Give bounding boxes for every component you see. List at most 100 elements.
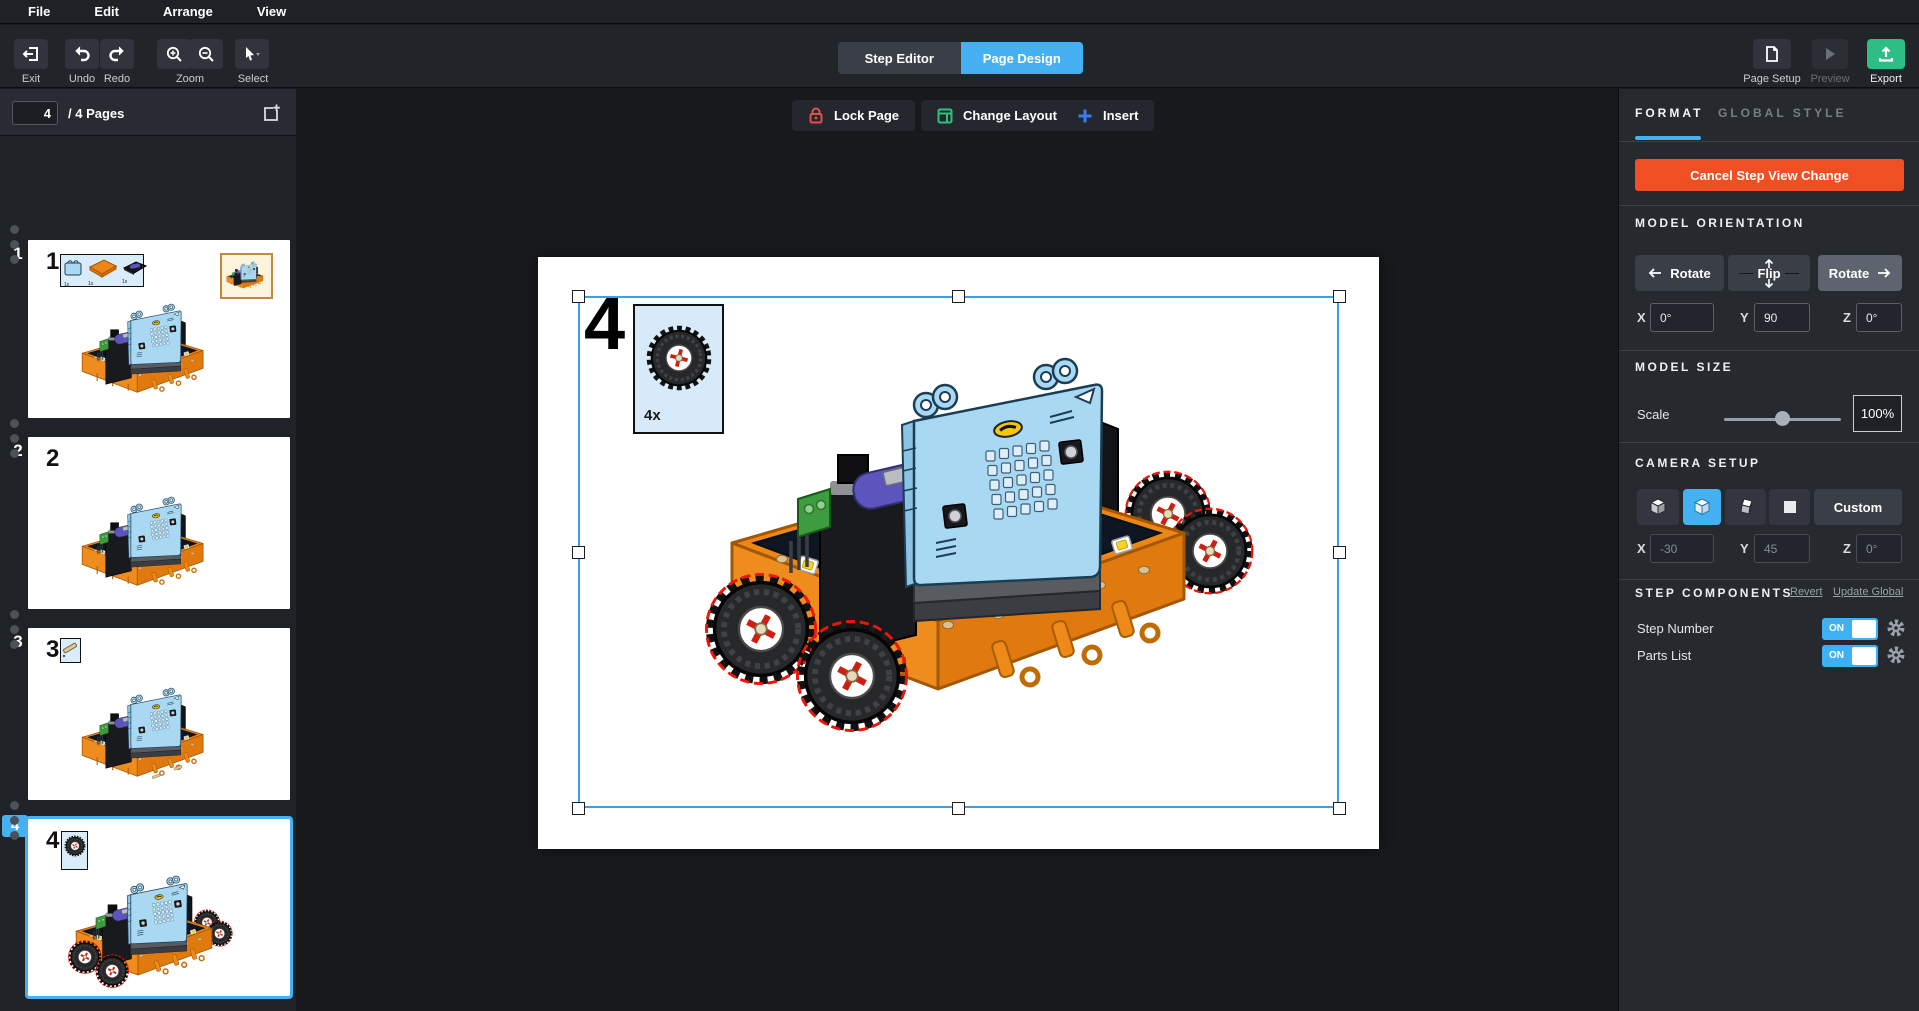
page-4-thumbnail[interactable]: 4	[28, 819, 290, 996]
selection-rectangle[interactable]	[578, 296, 1339, 808]
lock-page-button[interactable]: Lock Page	[792, 100, 915, 131]
page-number-input[interactable]	[12, 101, 58, 125]
cube-iso-left-icon	[1648, 497, 1668, 517]
insert-button[interactable]: Insert	[1061, 100, 1154, 131]
step-number-toggle[interactable]: ON	[1822, 618, 1878, 640]
arrow-left-icon	[1648, 267, 1662, 279]
select-label: Select	[228, 73, 278, 85]
menu-edit[interactable]: Edit	[94, 4, 119, 19]
page-2-drag-handle[interactable]	[9, 419, 19, 458]
orientation-x-input[interactable]	[1650, 303, 1714, 332]
page-1-drag-handle[interactable]	[9, 225, 19, 264]
app-window: File Edit Arrange View Exit Undo Redo Zo…	[0, 0, 1919, 1011]
camera-preset-iso-left-button[interactable]	[1637, 489, 1679, 525]
step-number-label: Step Number	[1637, 621, 1714, 636]
selection-handle-w[interactable]	[572, 546, 585, 559]
redo-label: Redo	[92, 73, 142, 85]
orientation-z-input[interactable]	[1856, 303, 1902, 332]
rotate-left-button[interactable]: Rotate	[1635, 255, 1724, 291]
scale-label: Scale	[1637, 407, 1670, 422]
exit-button[interactable]	[14, 39, 48, 69]
model-orientation-title: MODEL ORIENTATION	[1635, 216, 1805, 230]
selection-handle-e[interactable]	[1333, 546, 1346, 559]
step-number-settings-icon[interactable]	[1886, 618, 1906, 638]
scale-slider-knob[interactable]	[1775, 411, 1790, 426]
tab-page-design[interactable]: Page Design	[961, 42, 1084, 74]
part-chassis-icon	[88, 258, 118, 278]
exit-label: Exit	[8, 73, 54, 85]
page-setup-button[interactable]	[1753, 39, 1791, 69]
lock-page-label: Lock Page	[834, 108, 899, 123]
pages-sidebar: / 4 Pages 1 1 1x 1x	[0, 89, 296, 1011]
page-3-drag-handle[interactable]	[9, 610, 19, 649]
page-3-thumbnail[interactable]: 3	[28, 628, 290, 800]
tab-global-style[interactable]: GLOBAL STYLE	[1718, 106, 1846, 120]
camera-preset-flat-button[interactable]	[1769, 489, 1810, 525]
parts-list-toggle[interactable]: ON	[1822, 645, 1878, 667]
selection-handle-se[interactable]	[1333, 802, 1346, 815]
flip-button[interactable]: Flip	[1728, 255, 1810, 291]
page-1-parts-strip: 1x 1x 1x	[60, 254, 144, 287]
canvas-area[interactable]: Lock Page Change Layout Insert 4 4x	[296, 89, 1618, 1011]
plus-icon	[1077, 108, 1093, 124]
select-tool-button[interactable]	[235, 39, 269, 69]
camera-setup-title: CAMERA SETUP	[1635, 456, 1761, 470]
camera-y-input[interactable]	[1754, 534, 1810, 563]
parts-list-settings-icon[interactable]	[1886, 645, 1906, 665]
camera-preset-iso-right-button[interactable]	[1725, 489, 1766, 525]
parts-list-label: Parts List	[1637, 648, 1691, 663]
selection-handle-nw[interactable]	[572, 290, 585, 303]
camera-x-input[interactable]	[1650, 534, 1714, 563]
page-4-model-image	[66, 867, 234, 996]
export-label: Export	[1863, 73, 1909, 85]
selection-handle-sw[interactable]	[572, 802, 585, 815]
zoom-out-button[interactable]	[189, 39, 223, 69]
page-1-thumbnail[interactable]: 1 1x 1x 1x	[28, 240, 290, 418]
page-4-parts-box	[61, 831, 88, 870]
camera-custom-button[interactable]: Custom	[1814, 489, 1902, 525]
redo-button[interactable]	[100, 39, 134, 69]
page-setup-label: Page Setup	[1737, 73, 1807, 85]
inset-robot-image	[224, 259, 269, 294]
tab-step-editor[interactable]: Step Editor	[838, 42, 961, 74]
page-1-model-image	[73, 296, 223, 411]
cube-iso-right-icon	[1736, 497, 1756, 517]
insert-label: Insert	[1103, 108, 1138, 123]
square-icon	[1782, 499, 1798, 515]
camera-z-input[interactable]	[1856, 534, 1902, 563]
export-button[interactable]	[1867, 39, 1905, 69]
menu-view[interactable]: View	[257, 4, 286, 19]
orientation-y-input[interactable]	[1754, 303, 1810, 332]
add-page-button[interactable]	[258, 99, 285, 126]
zoom-in-icon	[165, 45, 183, 63]
page-2-thumbnail[interactable]: 2	[28, 437, 290, 609]
orientation-axis-row: X Y Z	[1619, 303, 1919, 333]
menu-arrange[interactable]: Arrange	[163, 4, 213, 19]
page-3-model-image	[73, 680, 223, 795]
undo-button[interactable]	[65, 39, 99, 69]
selection-handle-s[interactable]	[952, 802, 965, 815]
selection-handle-ne[interactable]	[1333, 290, 1346, 303]
part-wheel-icon	[64, 835, 86, 857]
main-toolbar: Exit Undo Redo Zoom Select Step Editor P…	[0, 25, 1919, 88]
change-layout-label: Change Layout	[963, 108, 1057, 123]
step-components-title: STEP COMPONENTS	[1635, 586, 1793, 600]
scale-value[interactable]: 100%	[1853, 395, 1902, 432]
export-icon	[1877, 45, 1895, 63]
menu-file[interactable]: File	[28, 4, 50, 19]
cancel-step-view-change-button[interactable]: Cancel Step View Change	[1635, 159, 1904, 191]
selection-handle-n[interactable]	[952, 290, 965, 303]
lock-icon	[808, 107, 824, 124]
preview-button[interactable]	[1812, 39, 1848, 69]
revert-link[interactable]: Revert	[1790, 586, 1822, 598]
play-icon	[1822, 46, 1838, 62]
update-global-link[interactable]: Update Global	[1833, 586, 1903, 598]
design-page[interactable]: 4 4x	[538, 257, 1379, 849]
change-layout-button[interactable]: Change Layout	[921, 100, 1073, 131]
model-size-title: MODEL SIZE	[1635, 360, 1733, 374]
page-4-drag-handle[interactable]	[9, 801, 19, 840]
tab-format[interactable]: FORMAT	[1635, 106, 1703, 120]
camera-preset-front-button[interactable]	[1683, 489, 1721, 525]
zoom-in-button[interactable]	[157, 39, 191, 69]
rotate-right-button[interactable]: Rotate	[1818, 255, 1902, 291]
